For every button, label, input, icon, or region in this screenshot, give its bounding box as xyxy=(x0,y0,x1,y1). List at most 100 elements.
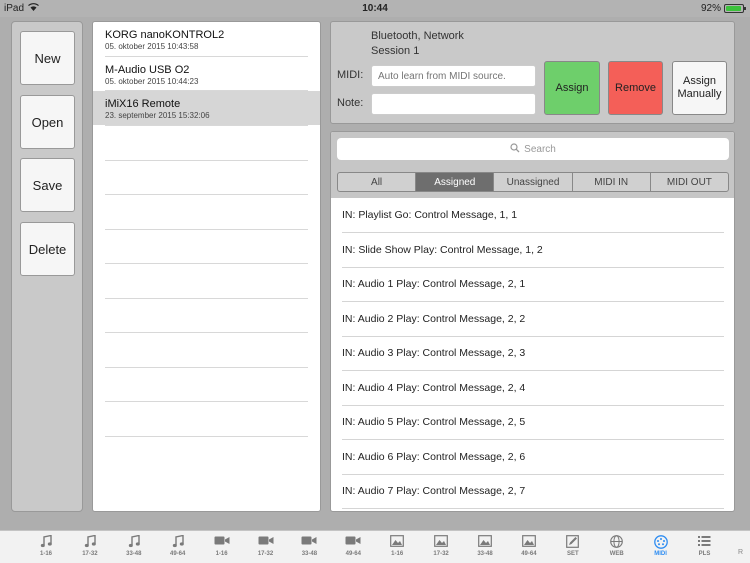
status-right: 92% xyxy=(701,3,746,14)
tab-label: 33-48 xyxy=(126,551,142,557)
status-bar: iPad 10:44 92% xyxy=(0,0,750,17)
battery-icon xyxy=(724,4,746,13)
tab-label: 49-64 xyxy=(521,551,537,557)
tab-edit-12[interactable]: SET xyxy=(558,535,588,557)
tab-label: 33-48 xyxy=(477,551,493,557)
note-label: Note: xyxy=(337,97,364,109)
midi-label: MIDI: xyxy=(337,69,364,81)
video-camera-icon xyxy=(251,535,281,550)
tab-music-note-2[interactable]: 33-48 xyxy=(119,534,149,557)
tab-label: 17-32 xyxy=(257,551,274,557)
device-name: M-Audio USB O2 xyxy=(105,64,190,76)
divider xyxy=(105,332,308,333)
tab-music-note-1[interactable]: 17-32 xyxy=(75,534,105,557)
globe-icon xyxy=(602,535,632,550)
tab-video-camera-4[interactable]: 1-16 xyxy=(207,535,237,557)
music-note-icon xyxy=(75,534,105,550)
new-button[interactable]: New xyxy=(20,31,75,85)
mapping-list-header: Search All Assigned Unassigned MIDI IN M… xyxy=(331,132,734,198)
save-button[interactable]: Save xyxy=(20,158,75,212)
mapping-row[interactable]: IN: Audio 6 Play: Control Message, 2, 6 xyxy=(342,440,724,474)
connection-info: Bluetooth, Network Session 1 xyxy=(371,29,464,59)
divider xyxy=(105,194,308,195)
mapping-row[interactable]: IN: Audio 7 Play: Control Message, 2, 7 xyxy=(342,474,724,508)
search-placeholder: Search xyxy=(524,143,556,155)
video-camera-icon xyxy=(338,535,368,550)
tab-label: 1-16 xyxy=(39,551,52,557)
mapping-row[interactable]: IN: Slide Show Play: Control Message, 1,… xyxy=(342,233,724,267)
tab-video-camera-6[interactable]: 33-48 xyxy=(294,535,324,557)
file-actions-panel: New Open Save Delete xyxy=(11,21,83,512)
divider xyxy=(105,263,308,264)
mapping-editor-panel: Bluetooth, Network Session 1 MIDI: Note:… xyxy=(330,21,735,124)
list-icon xyxy=(690,535,720,550)
tab-list-15[interactable]: PLS xyxy=(690,535,720,557)
tab-image-11[interactable]: 49-64 xyxy=(514,535,544,557)
tab-image-8[interactable]: 1-16 xyxy=(382,535,412,557)
divider xyxy=(105,125,308,126)
connection-type: Bluetooth, Network xyxy=(371,30,464,42)
clock: 10:44 xyxy=(362,3,388,14)
tab-video-camera-7[interactable]: 49-64 xyxy=(338,535,368,557)
device-item[interactable]: KORG nanoKONTROL2 05. oktober 2015 10:43… xyxy=(93,22,320,56)
tab-label: 1-16 xyxy=(391,551,404,557)
remove-button[interactable]: Remove xyxy=(608,61,663,115)
tab-music-note-3[interactable]: 49-64 xyxy=(163,534,193,557)
device-date: 05. oktober 2015 10:44:23 xyxy=(105,77,199,86)
assign-manually-button[interactable]: Assign Manually xyxy=(672,61,727,115)
tab-video-camera-5[interactable]: 17-32 xyxy=(251,535,281,557)
image-icon xyxy=(470,535,500,550)
tab-label: PLS xyxy=(698,551,711,557)
mapping-row[interactable]: IN: Audio 1 Play: Control Message, 2, 1 xyxy=(342,267,724,301)
music-note-icon xyxy=(31,534,61,550)
tab-globe-13[interactable]: WEB xyxy=(602,535,632,557)
mapping-row[interactable]: IN: Audio 2 Play: Control Message, 2, 2 xyxy=(342,302,724,336)
midi-icon xyxy=(646,535,676,550)
video-camera-icon xyxy=(294,535,324,550)
device-date: 05. oktober 2015 10:43:58 xyxy=(105,42,199,51)
tab-label: SET xyxy=(566,551,579,557)
bottom-tab-bar: 1-16 17-32 33-48 49-64 1-16 17-32 33-48 49-64 1-… xyxy=(0,530,750,563)
tab-overflow[interactable]: R xyxy=(738,549,743,556)
tab-midi-14[interactable]: MIDI xyxy=(646,535,676,557)
mapping-row[interactable]: IN: Playlist Go: Control Message, 1, 1 xyxy=(342,198,724,232)
delete-button[interactable]: Delete xyxy=(20,222,75,276)
filter-midi-out[interactable]: MIDI OUT xyxy=(651,173,728,191)
image-icon xyxy=(514,535,544,550)
filter-segmented-control: All Assigned Unassigned MIDI IN MIDI OUT xyxy=(337,172,729,192)
search-input[interactable]: Search xyxy=(337,138,729,160)
device-list: KORG nanoKONTROL2 05. oktober 2015 10:43… xyxy=(92,21,321,512)
mapping-row[interactable]: IN: Audio 4 Play: Control Message, 2, 4 xyxy=(342,371,724,405)
device-item[interactable]: M-Audio USB O2 05. oktober 2015 10:44:23 xyxy=(93,57,320,91)
midi-source-field[interactable] xyxy=(371,65,536,87)
filter-unassigned[interactable]: Unassigned xyxy=(494,173,573,191)
divider xyxy=(105,228,308,230)
divider xyxy=(105,401,308,402)
divider xyxy=(342,508,724,509)
divider xyxy=(105,159,308,161)
session-name: Session 1 xyxy=(371,45,420,57)
tab-label: 33-48 xyxy=(301,551,318,557)
mapping-row[interactable]: IN: Audio 5 Play: Control Message, 2, 5 xyxy=(342,405,724,439)
note-field[interactable] xyxy=(371,93,536,115)
filter-all[interactable]: All xyxy=(338,173,417,191)
device-date: 23. september 2015 15:32:06 xyxy=(105,111,210,120)
tab-image-9[interactable]: 17-32 xyxy=(426,535,456,557)
image-icon xyxy=(426,535,456,550)
tab-label: 17-32 xyxy=(82,551,98,557)
filter-midi-in[interactable]: MIDI IN xyxy=(573,173,651,191)
music-note-icon xyxy=(163,534,193,550)
tab-image-10[interactable]: 33-48 xyxy=(470,535,500,557)
tab-label: 17-32 xyxy=(433,551,449,557)
tab-label: 1-16 xyxy=(215,551,228,557)
divider xyxy=(105,435,308,437)
open-button[interactable]: Open xyxy=(20,95,75,149)
filter-assigned[interactable]: Assigned xyxy=(416,173,495,191)
device-item-selected[interactable]: iMiX16 Remote 23. september 2015 15:32:0… xyxy=(93,91,320,125)
edit-icon xyxy=(558,535,588,550)
tab-label: WEB xyxy=(609,551,624,557)
tab-music-note-0[interactable]: 1-16 xyxy=(31,534,61,557)
device-name: iMiX16 Remote xyxy=(105,98,181,110)
assign-button[interactable]: Assign xyxy=(544,61,600,115)
mapping-row[interactable]: IN: Audio 3 Play: Control Message, 2, 3 xyxy=(342,336,724,370)
